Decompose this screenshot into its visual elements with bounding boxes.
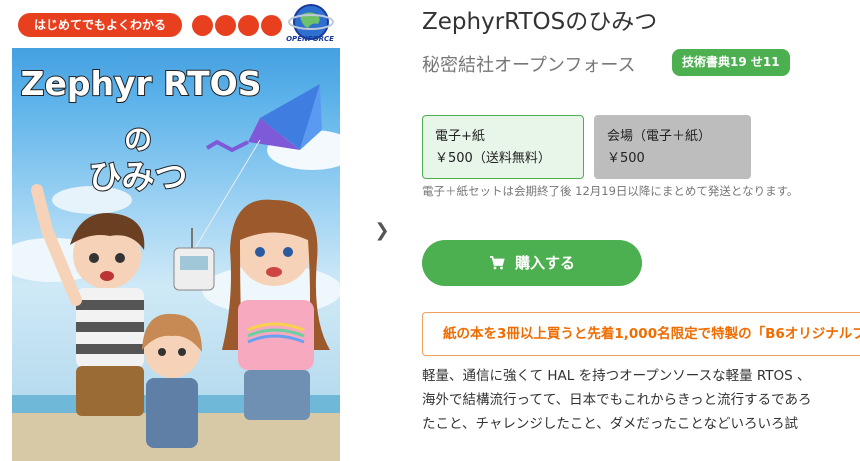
buy-button[interactable]: 購入する bbox=[422, 240, 642, 286]
next-image-chevron-icon[interactable]: ❯ bbox=[372, 221, 392, 241]
description-line: 海外で結構流行ってて、日本でもこれからきっと流行するであろ bbox=[422, 392, 812, 408]
openforce-logo-text: OPENFORCE bbox=[286, 35, 334, 43]
option-price: ￥500 bbox=[607, 151, 645, 166]
option-name: 電子+紙 bbox=[435, 129, 485, 144]
shipping-note: 電子＋紙セットは会期終了後 12月19日以降にまとめて発送となります。 bbox=[422, 184, 799, 198]
option-ebook-paper[interactable]: 電子+紙 ￥500（送料無料） bbox=[422, 115, 584, 179]
book-title: ZephyrRTOSのひみつ bbox=[422, 9, 658, 35]
cover-dot bbox=[192, 15, 213, 36]
cover-dot bbox=[215, 15, 236, 36]
cover-tagline: はじめてでもよくわかる bbox=[18, 13, 182, 37]
cover-dots bbox=[192, 15, 284, 40]
description-line: 軽量、通信に強くて HAL を持つオープンソースな軽量 RTOS 、 bbox=[422, 368, 811, 384]
circle-name[interactable]: 秘密結社オープンフォース bbox=[422, 51, 635, 77]
cover-dot bbox=[238, 15, 259, 36]
description-line: たこと、チャレンジしたこと、ダメだったことなどいろいろ試 bbox=[422, 416, 798, 432]
option-price: ￥500（送料無料） bbox=[435, 151, 551, 166]
cover-header-bar: はじめてでもよくわかる OPENFORCE bbox=[12, 0, 340, 48]
option-name: 会場（電子＋紙） bbox=[607, 129, 712, 144]
option-venue[interactable]: 会場（電子＋紙） ￥500 bbox=[594, 115, 751, 179]
promo-banner: 紙の本を3冊以上買うと先着1,000名限定で特製の「B6オリジナルブックカバー」 bbox=[422, 312, 860, 356]
cart-icon bbox=[489, 256, 505, 270]
book-cover-image[interactable]: はじめてでもよくわかる OPENFORCE Zephyr RTOS の ひみつ bbox=[12, 0, 340, 461]
event-booth-badge: 技術書典19 せ11 bbox=[672, 49, 790, 76]
book-description: 軽量、通信に強くて HAL を持つオープンソースな軽量 RTOS 、 海外で結構… bbox=[422, 364, 860, 436]
cover-title-line1: Zephyr RTOS bbox=[20, 63, 263, 104]
cover-dot bbox=[261, 15, 282, 36]
buy-button-label: 購入する bbox=[514, 254, 575, 272]
cover-title-line3: ひみつ bbox=[88, 156, 189, 197]
